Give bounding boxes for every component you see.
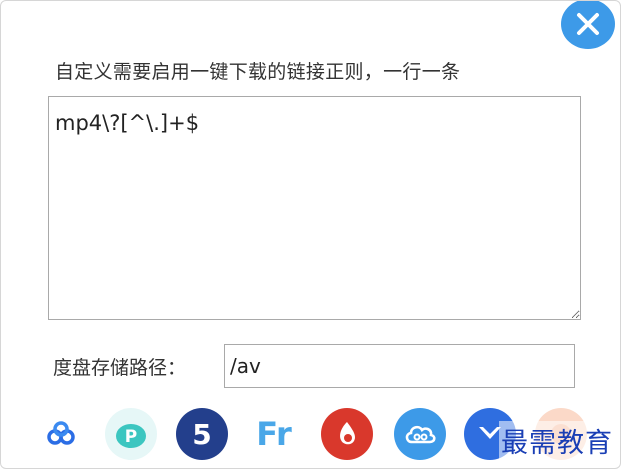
cloud-icon[interactable]: [394, 408, 446, 460]
fr-icon-glyph: Fr: [256, 415, 292, 453]
storage-path-input[interactable]: [224, 344, 575, 388]
fr-icon[interactable]: Fr: [248, 408, 300, 460]
baidu-netdisk-logo-icon[interactable]: [35, 408, 87, 460]
close-icon: [577, 13, 599, 35]
settings-dialog: 自定义需要启用一键下载的链接正则，一行一条 度盘存储路径： P 5 Fr: [0, 0, 621, 469]
five-s-icon-glyph: 5: [192, 417, 212, 451]
five-s-icon[interactable]: 5: [176, 408, 228, 460]
instruction-text: 自定义需要启用一键下载的链接正则，一行一条: [55, 61, 461, 83]
close-button[interactable]: [561, 1, 615, 49]
storage-path-label: 度盘存储路径：: [53, 357, 187, 379]
red-app-icon[interactable]: [321, 408, 373, 460]
svg-text:P: P: [125, 427, 137, 447]
watermark: 最需教育: [499, 421, 615, 460]
regex-textarea[interactable]: [48, 96, 581, 320]
pikpak-icon[interactable]: P: [105, 408, 157, 460]
